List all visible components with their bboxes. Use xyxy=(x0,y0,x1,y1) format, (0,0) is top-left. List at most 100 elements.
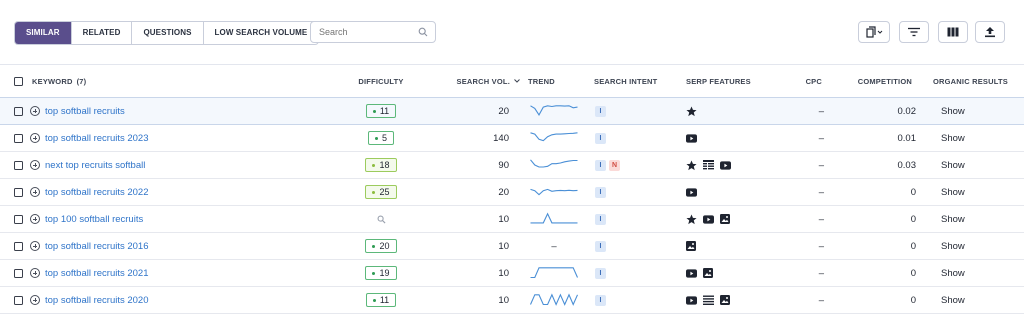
keyword-table: KEYWORD (7) DIFFICULTY SEARCH VOL. TREND… xyxy=(0,64,1024,314)
difficulty-cell: 20 xyxy=(361,233,401,259)
trend-cell xyxy=(528,179,580,205)
keyword-cell: top softball recruits 2023 xyxy=(45,125,149,151)
show-organic-results-link[interactable]: Show xyxy=(941,241,965,252)
keyword-link[interactable]: top softball recruits 2016 xyxy=(45,241,149,252)
competition-cell: 0 xyxy=(910,186,916,198)
add-icon[interactable] xyxy=(30,106,40,116)
table-row[interactable]: top softball recruits 2022 25 20 I – 0 Show xyxy=(0,179,1024,206)
serp-feature-list xyxy=(686,268,713,278)
table-row[interactable]: top softball recruits 2023 5 140 I – 0.01 Show xyxy=(0,125,1024,152)
tab-low-search-volume[interactable]: LOW SEARCH VOLUME xyxy=(204,22,319,44)
serp-feature-list xyxy=(686,160,731,171)
tab-questions[interactable]: QUESTIONS xyxy=(132,22,204,44)
keyword-link[interactable]: top softball recruits 2022 xyxy=(45,187,149,198)
search-volume-cell: 20 xyxy=(498,186,509,198)
serp-features-cell xyxy=(686,98,697,124)
cpc-cell: – xyxy=(818,159,824,171)
add-icon[interactable] xyxy=(30,268,40,278)
table-row[interactable]: top 100 softball recruits 10 I – 0 Show xyxy=(0,206,1024,233)
copy-button[interactable] xyxy=(858,21,890,43)
search-intent-cell: I xyxy=(595,206,609,232)
difficulty-cell: 5 xyxy=(361,125,401,151)
table-icon xyxy=(703,160,714,170)
table-row[interactable]: top softball recruits 2020 11 10 I – 0 Show xyxy=(0,287,1024,314)
table-row[interactable]: top softball recruits 11 20 I – 0.02 Show xyxy=(0,98,1024,125)
row-checkbox[interactable] xyxy=(14,187,23,197)
trend-cell: – xyxy=(528,233,580,259)
keyword-link[interactable]: top 100 softball recruits xyxy=(45,214,143,225)
serp-features-cell xyxy=(686,260,713,286)
tab-related[interactable]: RELATED xyxy=(72,22,133,44)
competition-cell: 0 xyxy=(910,294,916,306)
youtube-icon xyxy=(703,214,714,224)
show-organic-results-link[interactable]: Show xyxy=(941,268,965,279)
search-intent-cell: I xyxy=(595,260,609,286)
table-row[interactable]: next top recruits softball 18 90 I N – 0.03 Sho… xyxy=(0,152,1024,179)
table-row[interactable]: top softball recruits 2021 19 10 I – 0 Show xyxy=(0,260,1024,287)
columns-button[interactable] xyxy=(938,21,968,43)
search-volume-cell: 20 xyxy=(498,105,509,117)
difficulty-badge: 25 xyxy=(365,185,397,199)
row-checkbox[interactable] xyxy=(14,160,23,170)
row-checkbox[interactable] xyxy=(14,295,23,305)
keyword-link[interactable]: top softball recruits 2020 xyxy=(45,295,149,306)
show-organic-results-link[interactable]: Show xyxy=(941,214,965,225)
header-serp-features[interactable]: SERP FEATURES xyxy=(686,65,751,97)
header-trend[interactable]: TREND xyxy=(528,65,555,97)
filter-button[interactable] xyxy=(899,21,929,43)
show-organic-results-link[interactable]: Show xyxy=(941,187,965,198)
search-input[interactable] xyxy=(319,27,414,37)
intent-badge: I xyxy=(595,213,606,225)
row-checkbox[interactable] xyxy=(14,268,23,278)
show-organic-results-link[interactable]: Show xyxy=(941,106,965,117)
add-icon[interactable] xyxy=(30,295,40,305)
youtube-icon xyxy=(686,295,697,305)
serp-feature-list xyxy=(686,295,730,305)
show-organic-results-link[interactable]: Show xyxy=(941,160,965,171)
select-all-checkbox[interactable] xyxy=(14,76,23,86)
show-organic-results-link[interactable]: Show xyxy=(941,133,965,144)
row-checkbox[interactable] xyxy=(14,214,23,224)
difficulty-cell xyxy=(361,206,401,232)
keyword-cell: top 100 softball recruits xyxy=(45,206,143,232)
keyword-link[interactable]: top softball recruits 2023 xyxy=(45,133,149,144)
header-competition[interactable]: COMPETITION xyxy=(832,65,912,97)
add-icon[interactable] xyxy=(30,241,40,251)
difficulty-cell: 18 xyxy=(361,152,401,178)
trend-sparkline xyxy=(530,212,578,224)
intent-badge: I xyxy=(595,240,606,252)
header-search-volume-label: SEARCH VOL. xyxy=(456,76,510,86)
image-icon xyxy=(686,241,696,251)
add-icon[interactable] xyxy=(30,133,40,143)
difficulty-value: 20 xyxy=(379,241,390,251)
difficulty-cell: 11 xyxy=(361,287,401,313)
header-difficulty[interactable]: DIFFICULTY xyxy=(358,65,403,97)
difficulty-value: 11 xyxy=(379,106,390,116)
row-checkbox[interactable] xyxy=(14,106,23,116)
show-organic-results-link[interactable]: Show xyxy=(941,295,965,306)
add-icon[interactable] xyxy=(30,214,40,224)
row-checkbox[interactable] xyxy=(14,241,23,251)
row-checkbox[interactable] xyxy=(14,133,23,143)
sort-chevron-icon xyxy=(514,79,520,83)
keyword-link[interactable]: next top recruits softball xyxy=(45,160,145,171)
header-organic-results[interactable]: ORGANIC RESULTS xyxy=(933,65,1008,97)
table-row[interactable]: top softball recruits 2016 20 10 – I – 0 Show xyxy=(0,233,1024,260)
header-search-volume[interactable]: SEARCH VOL. xyxy=(441,65,521,97)
keyword-count: (7) xyxy=(76,76,87,86)
keyword-link[interactable]: top softball recruits xyxy=(45,106,125,117)
serp-feature-list xyxy=(686,133,697,143)
header-search-intent[interactable]: SEARCH INTENT xyxy=(594,65,657,97)
header-keyword[interactable]: KEYWORD (7) xyxy=(32,65,86,97)
header-cpc[interactable]: CPC xyxy=(780,65,822,97)
organic-results-cell: Show xyxy=(941,287,965,313)
export-button[interactable] xyxy=(975,21,1005,43)
keyword-link[interactable]: top softball recruits 2021 xyxy=(45,268,149,279)
cpc-cell: – xyxy=(818,186,824,198)
tab-similar[interactable]: SIMILAR xyxy=(15,22,72,44)
add-icon[interactable] xyxy=(30,187,40,197)
add-icon[interactable] xyxy=(30,160,40,170)
difficulty-value: 25 xyxy=(379,187,390,197)
columns-icon xyxy=(947,27,959,37)
add-cell xyxy=(30,125,40,151)
